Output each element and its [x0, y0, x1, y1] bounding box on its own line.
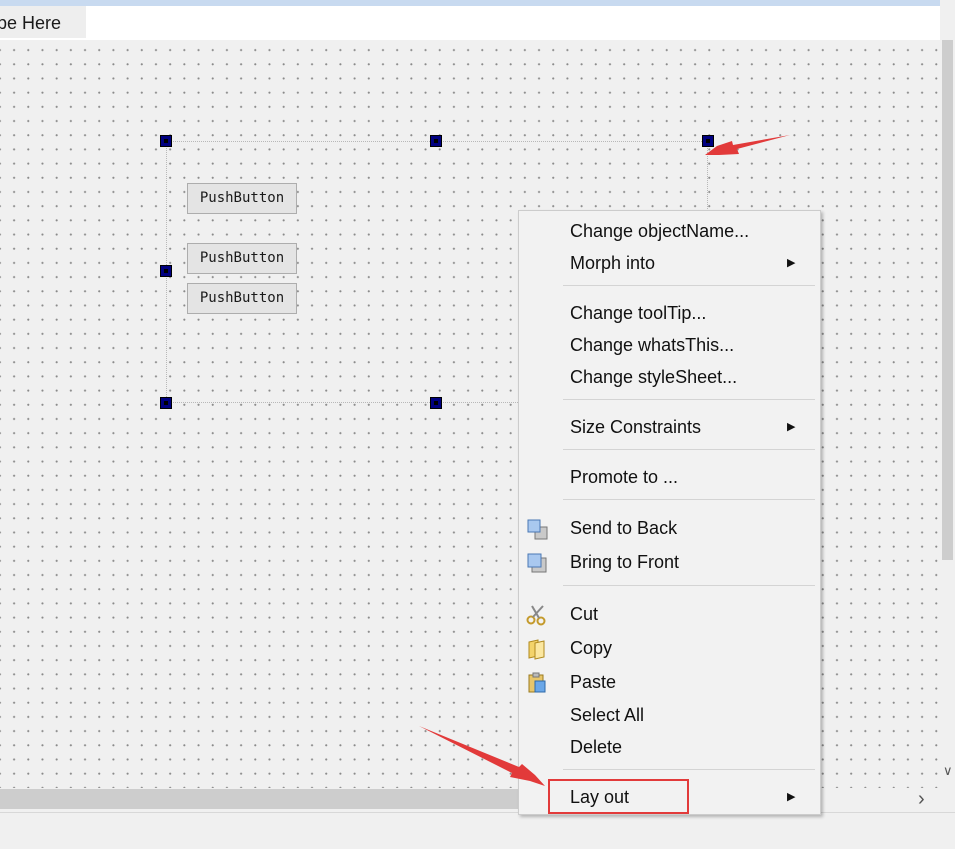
- menu-item-size-constraints[interactable]: Size Constraints ▶: [519, 413, 820, 441]
- vertical-scrollbar-thumb[interactable]: [942, 40, 953, 560]
- send-to-back-icon: [527, 519, 548, 540]
- menu-item-promote-to[interactable]: Promote to ...: [519, 463, 820, 491]
- menu-item-label: Change styleSheet...: [570, 367, 738, 387]
- form-menubar: [0, 6, 940, 40]
- menu-item-label: Cut: [570, 604, 599, 624]
- resize-handle-middle-left[interactable]: [160, 265, 172, 277]
- menu-separator: [563, 285, 815, 286]
- menu-item-copy[interactable]: Copy: [519, 634, 820, 662]
- copy-icon: [528, 639, 545, 660]
- menu-item-label: Select All: [570, 705, 645, 725]
- menu-separator: [563, 585, 815, 586]
- resize-handle-top-left[interactable]: [160, 135, 172, 147]
- bottom-panel: [0, 813, 955, 849]
- submenu-arrow-icon: ▶: [787, 421, 796, 433]
- resize-handle-top-right[interactable]: [702, 135, 714, 147]
- menu-item-label: Change objectName...: [570, 221, 750, 241]
- horizontal-scrollbar-thumb[interactable]: [0, 789, 520, 809]
- push-button-1[interactable]: PushButton: [187, 183, 297, 214]
- menu-item-label: Bring to Front: [570, 552, 680, 572]
- scissors-icon: [526, 605, 546, 626]
- menu-item-label: Size Constraints: [570, 417, 702, 437]
- resize-handle-top-middle[interactable]: [430, 135, 442, 147]
- context-menu: Change objectName... Morph into ▶ Change…: [518, 210, 821, 815]
- menu-item-label: Send to Back: [570, 518, 678, 538]
- push-button-2[interactable]: PushButton: [187, 243, 297, 274]
- menu-item-cut[interactable]: Cut: [519, 600, 820, 628]
- menu-item-morph-into[interactable]: Morph into ▶: [519, 249, 820, 277]
- menu-item-select-all[interactable]: Select All: [519, 701, 820, 729]
- highlight-box: [548, 779, 689, 814]
- menu-item-label: Delete: [570, 737, 623, 757]
- menu-item-change-object-name[interactable]: Change objectName...: [519, 217, 820, 245]
- bring-to-front-icon: [527, 553, 547, 573]
- type-here-menu[interactable]: ype Here: [0, 6, 86, 38]
- paste-icon: [528, 672, 546, 693]
- resize-handle-bottom-left[interactable]: [160, 397, 172, 409]
- submenu-arrow-icon: ▶: [787, 791, 796, 803]
- scroll-right-icon[interactable]: ›: [918, 789, 925, 809]
- resize-handle-bottom-middle[interactable]: [430, 397, 442, 409]
- push-button-3[interactable]: PushButton: [187, 283, 297, 314]
- menu-item-label: Change toolTip...: [570, 303, 707, 323]
- menu-item-change-whats-this[interactable]: Change whatsThis...: [519, 331, 820, 359]
- submenu-arrow-icon: ▶: [787, 257, 796, 269]
- menu-item-delete[interactable]: Delete: [519, 733, 820, 761]
- menu-item-label: Change whatsThis...: [570, 335, 735, 355]
- menu-item-bring-to-front[interactable]: Bring to Front: [519, 548, 820, 576]
- menu-separator: [563, 499, 815, 500]
- menu-separator: [563, 399, 815, 400]
- menu-separator: [563, 449, 815, 450]
- menu-item-label: Morph into: [570, 253, 656, 273]
- scroll-down-icon[interactable]: ∨: [943, 764, 953, 778]
- menu-item-label: Copy: [570, 638, 613, 658]
- menu-item-label: Promote to ...: [570, 467, 679, 487]
- menu-item-send-to-back[interactable]: Send to Back: [519, 514, 820, 542]
- menu-item-change-stylesheet[interactable]: Change styleSheet...: [519, 363, 820, 391]
- menu-item-paste[interactable]: Paste: [519, 668, 820, 696]
- menu-item-label: Paste: [570, 672, 617, 692]
- menu-separator: [563, 769, 815, 770]
- menu-item-change-tooltip[interactable]: Change toolTip...: [519, 299, 820, 327]
